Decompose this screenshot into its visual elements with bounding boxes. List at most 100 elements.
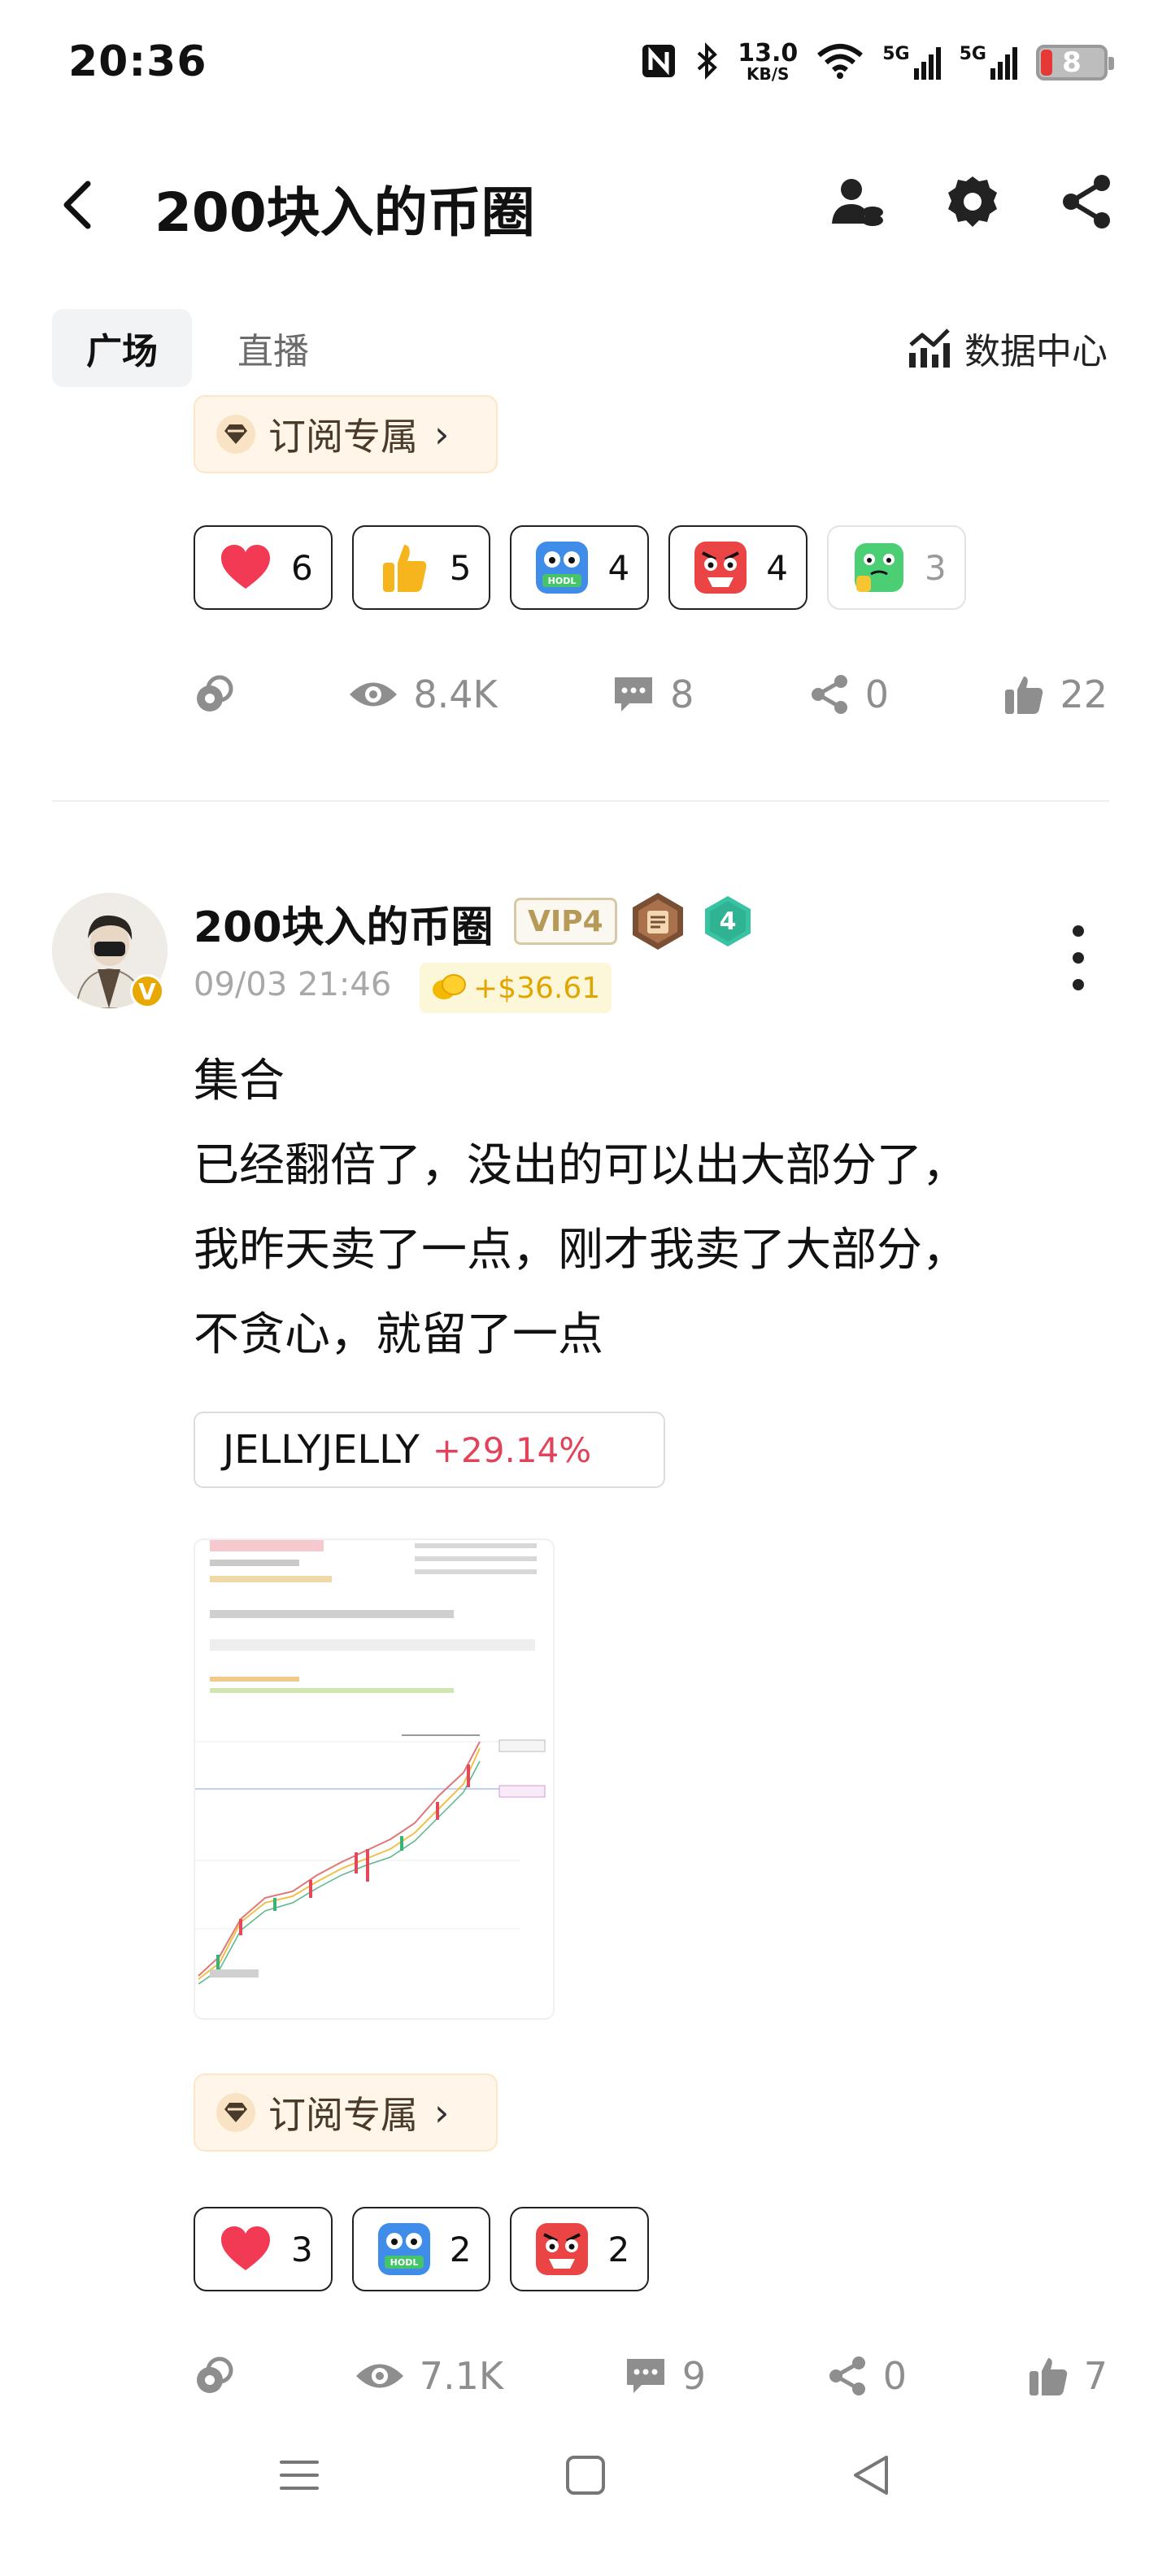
post-line: 集合	[194, 1055, 285, 1107]
comments-count: 9	[681, 2354, 707, 2398]
signal-icon-1: 5G	[882, 44, 941, 81]
reaction-thumbs-up[interactable]: 5	[351, 525, 491, 610]
tab-square[interactable]: 广场	[52, 309, 192, 387]
reaction-hodl[interactable]: HODL 2	[351, 2207, 491, 2291]
more-options-button[interactable]	[1062, 925, 1095, 990]
likes-count: 22	[1060, 672, 1108, 716]
comments-button[interactable]: 9	[624, 2354, 706, 2398]
page-title: 200块入的币圈	[155, 181, 535, 244]
share-post-button[interactable]: 0	[826, 2354, 907, 2398]
reaction-hodl[interactable]: HODL 4	[510, 525, 650, 610]
net-speed-value: 13.0	[738, 39, 799, 67]
subscribe-exclusive-button[interactable]: 订阅专属 ›	[194, 2073, 498, 2152]
hodl-emoji-icon: HODL	[377, 2221, 432, 2277]
subscribe-exclusive-button[interactable]: 订阅专属 ›	[194, 395, 498, 473]
coins-icon	[433, 974, 466, 999]
subscribe-label: 订阅专属	[268, 415, 418, 459]
status-time: 20:36	[68, 37, 207, 86]
author-name[interactable]: 200块入的币圈	[194, 893, 494, 954]
views-count: 7.1K	[419, 2354, 504, 2398]
chart-icon	[909, 329, 950, 368]
post-body: 集合 已经翻倍了，没出的可以出大部分了， 我昨天卖了一点，刚才我卖了大部分， 不…	[194, 1039, 1112, 1377]
hodl-emoji-icon: HODL	[534, 540, 590, 595]
ticker-chip[interactable]: JELLYJELLY +29.14%	[194, 1412, 665, 1488]
post-line: 不贪心，就留了一点	[194, 1308, 603, 1361]
heart-emoji-icon	[218, 540, 273, 595]
tip-chip[interactable]: +$36.61	[420, 963, 612, 1013]
likes-count: 7	[1083, 2354, 1108, 2398]
shares-count: 0	[864, 672, 890, 716]
user-profile-button[interactable]	[825, 169, 890, 234]
reaction-count: 3	[924, 547, 947, 588]
bluetooth-icon	[695, 42, 720, 83]
more-dot	[1073, 925, 1084, 937]
data-center-button[interactable]: 数据中心	[906, 315, 1108, 381]
level-badge: 4	[701, 894, 755, 948]
reaction-count: 4	[766, 547, 788, 588]
menu-icon	[280, 2461, 319, 2490]
like-button[interactable]: 22	[1003, 672, 1108, 716]
reaction-count: 4	[607, 547, 630, 588]
subscribe-label: 订阅专属	[268, 2093, 418, 2137]
level-number: 4	[719, 907, 737, 936]
post-image-thumbnail[interactable]	[194, 1538, 555, 2020]
menu-nav-button[interactable]	[275, 2451, 324, 2503]
post-line: 已经翻倍了，没出的可以出大部分了，	[194, 1139, 968, 1192]
net-speed: 13.0 KB/S	[738, 39, 799, 84]
thumbs-up-icon	[1029, 2358, 1067, 2395]
reaction-heart[interactable]: 6	[194, 525, 333, 610]
reaction-count: 6	[291, 547, 313, 588]
home-nav-button[interactable]	[561, 2451, 610, 2503]
comment-icon	[626, 2359, 664, 2393]
back-nav-button[interactable]	[847, 2451, 896, 2503]
comments-button[interactable]: 8	[612, 672, 694, 716]
ticker-name: JELLYJELLY	[223, 1427, 420, 1473]
reaction-heart[interactable]: 3	[194, 2207, 333, 2291]
share-button[interactable]	[1056, 169, 1121, 234]
battery-level: 8	[1062, 46, 1082, 79]
signal-icon-2: 5G	[960, 44, 1018, 81]
svg-text:HODL: HODL	[548, 576, 577, 586]
post1-reactions: 6 5 HODL 4 4 3	[194, 525, 966, 610]
reaction-count: 2	[449, 2229, 472, 2269]
triangle-back-icon	[854, 2456, 888, 2495]
angry-face-emoji-icon	[693, 540, 748, 595]
reaction-count: 2	[607, 2229, 630, 2269]
data-center-label: 数据中心	[964, 331, 1108, 372]
repost-button[interactable]	[194, 674, 234, 715]
reaction-angry[interactable]: 4	[668, 525, 808, 610]
chevron-right-icon: ›	[434, 2091, 450, 2134]
trading-chart-screenshot	[195, 1540, 553, 2018]
views-stat: 7.1K	[355, 2354, 503, 2398]
net-speed-unit: KB/S	[747, 64, 790, 84]
diamond-badge-icon	[216, 2093, 255, 2132]
reaction-angry[interactable]: 2	[510, 2207, 650, 2291]
reaction-count: 3	[291, 2229, 313, 2269]
settings-button[interactable]	[940, 169, 1005, 234]
post2-reactions: 3 HODL 2 2	[194, 2207, 650, 2291]
shares-count: 0	[882, 2354, 907, 2398]
status-icons: 13.0 KB/S 5G 5G 8	[640, 39, 1114, 85]
post-time: 09/03 21:46	[194, 966, 392, 1003]
thinking-frog-emoji-icon	[851, 540, 907, 595]
signal-type-1: 5G	[882, 44, 910, 64]
post-divider	[52, 800, 1109, 802]
wifi-icon	[816, 42, 864, 83]
back-button[interactable]	[54, 172, 102, 237]
repost-button[interactable]	[194, 2356, 234, 2396]
like-button[interactable]: 7	[1027, 2354, 1108, 2398]
share-post-button[interactable]: 0	[808, 672, 889, 716]
battery-icon: 8	[1036, 45, 1114, 80]
tab-live[interactable]: 直播	[237, 309, 309, 387]
post1-stats: 8.4K 8 0 22	[194, 662, 1108, 727]
more-dot	[1073, 952, 1084, 964]
eye-icon	[355, 2364, 403, 2388]
share-icon	[829, 2356, 865, 2395]
verified-badge: V	[130, 974, 164, 1008]
gear-icon	[948, 176, 997, 227]
angry-face-emoji-icon	[534, 2221, 590, 2277]
square-home-icon	[566, 2456, 605, 2495]
repost-icon	[197, 2356, 233, 2393]
ticker-change: +29.14%	[432, 1429, 592, 1470]
reaction-thinking[interactable]: 3	[826, 525, 966, 610]
